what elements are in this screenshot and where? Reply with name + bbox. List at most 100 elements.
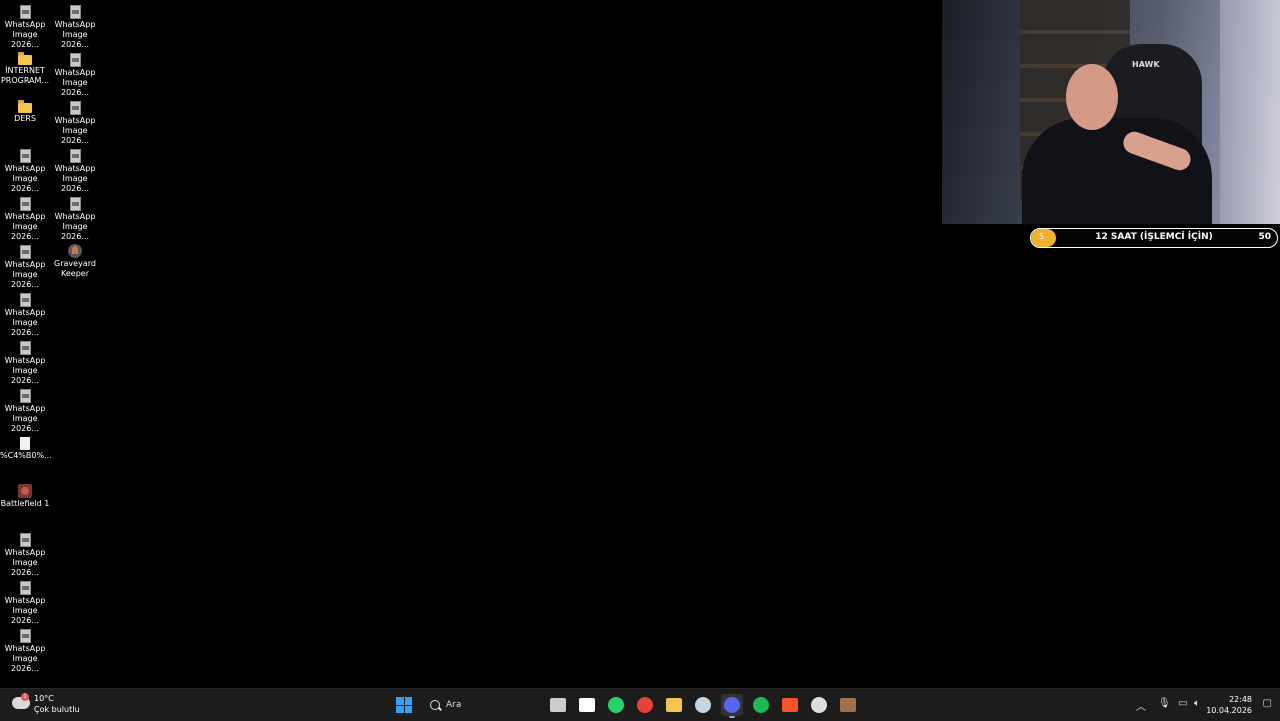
file-explorer-icon xyxy=(666,698,682,712)
desktop-icon-label: WhatsApp Image 2026... xyxy=(4,356,46,385)
desktop-icon-label: DERS xyxy=(14,114,36,123)
desktop-icon[interactable]: WhatsApp Image 2026... xyxy=(50,0,100,49)
image-file-icon xyxy=(19,533,31,547)
microphone-icon[interactable]: 🎙︎ xyxy=(1158,698,1171,709)
desktop-icon[interactable]: WhatsApp Image 2026... xyxy=(0,240,50,289)
desktop-icon[interactable]: İNTERNET PROGRAM... xyxy=(0,48,50,94)
weather-widget[interactable]: 1 10°C Çok bulutlu xyxy=(12,693,92,716)
steam-icon xyxy=(695,697,711,713)
clock-date: 10.04.2026 xyxy=(1206,706,1252,715)
desktop-icon-label: Graveyard Keeper xyxy=(54,259,96,278)
image-file-icon xyxy=(19,197,31,211)
volume-icon[interactable]: 🔈︎ xyxy=(1194,698,1200,709)
game-app-button[interactable] xyxy=(837,694,859,716)
desktop-icon[interactable]: %C4%B0%... xyxy=(0,432,52,478)
desktop-icon[interactable]: WhatsApp Image 2026... xyxy=(0,528,50,577)
notification-icon[interactable]: ▢ xyxy=(1263,698,1272,709)
spotify-icon xyxy=(753,697,769,713)
obs-icon xyxy=(811,697,827,713)
folder-icon xyxy=(18,52,32,65)
desktop-icon[interactable]: WhatsApp Image 2026... xyxy=(50,48,100,97)
curtain xyxy=(1220,0,1280,224)
goal-target: 50 xyxy=(1258,232,1271,242)
streamer-head xyxy=(1066,64,1118,130)
image-file-icon xyxy=(19,5,31,19)
desktop-icon[interactable]: Battlefield 1 xyxy=(0,480,50,526)
chrome-button[interactable] xyxy=(634,694,656,716)
desktop-icon-label: WhatsApp Image 2026... xyxy=(4,164,46,193)
desktop-icon[interactable]: WhatsApp Image 2026... xyxy=(0,288,50,337)
desktop-icon-label: WhatsApp Image 2026... xyxy=(54,212,96,241)
desktop-icon[interactable]: WhatsApp Image 2026... xyxy=(0,384,50,433)
clock[interactable]: 22:48 10.04.2026 xyxy=(1206,694,1252,716)
image-file-icon xyxy=(19,341,31,355)
chair-logo: HAWK xyxy=(1132,60,1160,69)
network-icon[interactable]: ▭ xyxy=(1178,698,1187,709)
image-file-icon xyxy=(19,389,31,403)
microsoft-store-icon xyxy=(579,698,595,712)
desktop-icon[interactable]: WhatsApp Image 2026... xyxy=(50,96,100,145)
desktop-icon[interactable]: WhatsApp Image 2026... xyxy=(50,192,100,241)
chrome-icon xyxy=(637,697,653,713)
taskbar: 1 10°C Çok bulutlu Ara ︿ 🎙︎ ▭ 🔈︎ 22:48 1… xyxy=(0,688,1280,721)
image-file-icon xyxy=(19,293,31,307)
image-file-icon xyxy=(69,5,81,19)
desktop-icon[interactable]: DERS xyxy=(0,96,50,142)
clock-time: 22:48 xyxy=(1228,695,1252,704)
task-view-icon xyxy=(550,698,566,712)
desktop-icon[interactable]: Graveyard Keeper xyxy=(50,240,100,286)
weather-temperature: 10°C xyxy=(34,694,54,703)
obs-button[interactable] xyxy=(808,694,830,716)
goal-progress-bar: 5 12 SAAT (İŞLEMCİ İÇİN) 50 xyxy=(1030,228,1278,248)
desktop-icon-label: WhatsApp Image 2026... xyxy=(4,644,46,673)
desktop-icon-label: Battlefield 1 xyxy=(0,499,50,508)
start-button[interactable] xyxy=(393,694,415,716)
desktop: WhatsApp Image 2026... İNTERNET PROGRAM..… xyxy=(0,0,1280,688)
desktop-icon-label: WhatsApp Image 2026... xyxy=(4,404,46,433)
desktop-icon-label: WhatsApp Image 2026... xyxy=(54,164,96,193)
desktop-icon-label: WhatsApp Image 2026... xyxy=(4,20,46,49)
image-file-icon xyxy=(19,629,31,643)
desktop-icon-label: WhatsApp Image 2026... xyxy=(4,548,46,577)
discord-button[interactable] xyxy=(721,694,743,718)
desktop-icon[interactable]: WhatsApp Image 2026... xyxy=(0,576,50,625)
windows-logo-icon xyxy=(396,697,412,713)
battlefield-game-icon xyxy=(18,484,32,498)
taskbar-apps xyxy=(547,694,859,718)
desktop-icon-label: WhatsApp Image 2026... xyxy=(54,116,96,145)
search-placeholder: Ara xyxy=(446,700,462,710)
task-view-button[interactable] xyxy=(547,694,569,716)
desktop-icon-label: %C4%B0%... xyxy=(0,451,52,460)
taskbar-search[interactable]: Ara xyxy=(422,694,540,716)
brave-button[interactable] xyxy=(779,694,801,716)
game-app-icon xyxy=(840,698,856,712)
document-icon xyxy=(20,437,30,450)
desktop-icon[interactable]: WhatsApp Image 2026... xyxy=(0,336,50,385)
goal-title: 12 SAAT (İŞLEMCİ İÇİN) xyxy=(1095,232,1213,242)
file-explorer-button[interactable] xyxy=(663,694,685,716)
steam-button[interactable] xyxy=(692,694,714,716)
desktop-icon-label: WhatsApp Image 2026... xyxy=(54,20,96,49)
search-icon xyxy=(430,700,440,710)
image-file-icon xyxy=(69,53,81,67)
whatsapp-icon xyxy=(608,697,624,713)
chevron-up-icon[interactable]: ︿ xyxy=(1136,698,1146,713)
image-file-icon xyxy=(69,101,81,115)
weather-description: Çok bulutlu xyxy=(34,705,80,714)
desktop-icon[interactable]: WhatsApp Image 2026... xyxy=(0,144,50,193)
desktop-icon-label: WhatsApp Image 2026... xyxy=(4,596,46,625)
desktop-icon[interactable]: WhatsApp Image 2026... xyxy=(0,624,50,673)
microsoft-store-button[interactable] xyxy=(576,694,598,716)
desktop-icon[interactable]: WhatsApp Image 2026... xyxy=(50,144,100,193)
system-tray: ︿ 🎙︎ ▭ 🔈︎ 22:48 10.04.2026 ▢ xyxy=(1120,689,1280,721)
desktop-icon[interactable]: WhatsApp Image 2026... xyxy=(0,0,50,49)
desktop-icon[interactable]: WhatsApp Image 2026... xyxy=(0,192,50,241)
desktop-icon-label: WhatsApp Image 2026... xyxy=(4,260,46,289)
whatsapp-button[interactable] xyxy=(605,694,627,716)
desktop-icon-label: WhatsApp Image 2026... xyxy=(54,68,96,97)
image-file-icon xyxy=(19,581,31,595)
image-file-icon xyxy=(69,197,81,211)
spotify-button[interactable] xyxy=(750,694,772,716)
image-file-icon xyxy=(19,149,31,163)
desktop-icon-label: WhatsApp Image 2026... xyxy=(4,308,46,337)
